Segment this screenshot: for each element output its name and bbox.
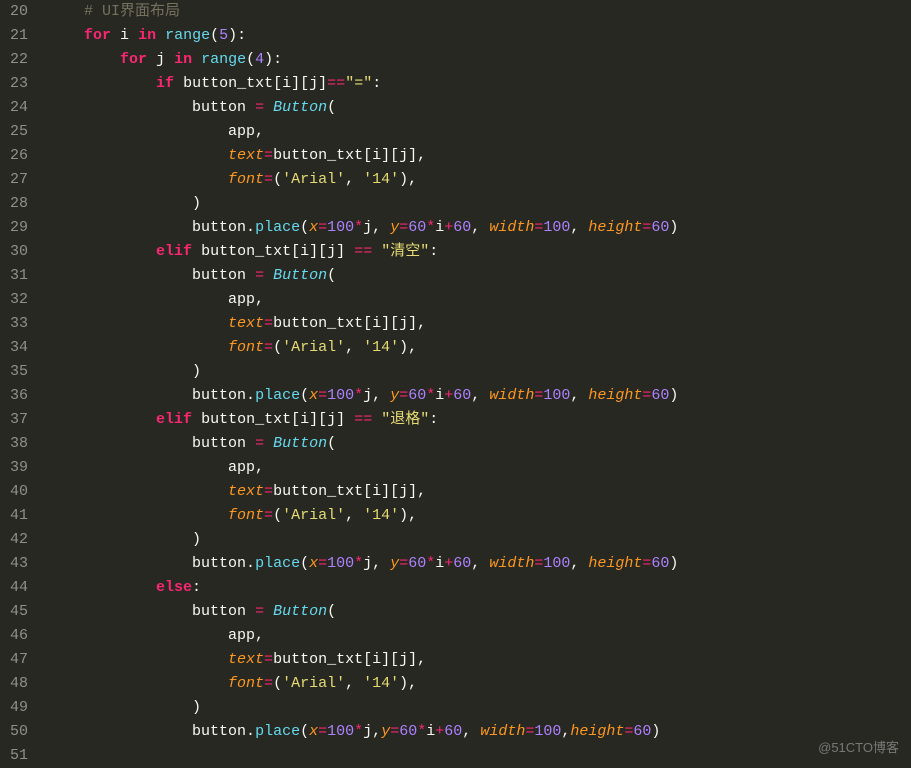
code-line: ) (48, 696, 911, 720)
line-number: 48 (0, 672, 28, 696)
code-line: font=('Arial', '14'), (48, 504, 911, 528)
line-number: 26 (0, 144, 28, 168)
line-number: 25 (0, 120, 28, 144)
code-line: elif button_txt[i][j] == "退格": (48, 408, 911, 432)
line-number: 28 (0, 192, 28, 216)
line-number: 21 (0, 24, 28, 48)
line-number: 44 (0, 576, 28, 600)
code-line: if button_txt[i][j]=="=": (48, 72, 911, 96)
line-number: 45 (0, 600, 28, 624)
code-line: for j in range(4): (48, 48, 911, 72)
line-number: 34 (0, 336, 28, 360)
code-line: app, (48, 624, 911, 648)
code-line: else: (48, 576, 911, 600)
code-line: for i in range(5): (48, 24, 911, 48)
line-number: 50 (0, 720, 28, 744)
line-number: 37 (0, 408, 28, 432)
code-line: button.place(x=100*j, y=60*i+60, width=1… (48, 216, 911, 240)
code-line: app, (48, 120, 911, 144)
line-number: 35 (0, 360, 28, 384)
code-line (48, 744, 911, 768)
code-line: font=('Arial', '14'), (48, 168, 911, 192)
code-line: button = Button( (48, 600, 911, 624)
code-editor: 2021222324252627282930313233343536373839… (0, 0, 911, 766)
code-line: text=button_txt[i][j], (48, 312, 911, 336)
line-number: 27 (0, 168, 28, 192)
line-number: 49 (0, 696, 28, 720)
code-line: button = Button( (48, 96, 911, 120)
line-number: 51 (0, 744, 28, 768)
code-area[interactable]: # UI界面布局 for i in range(5): for j in ran… (40, 0, 911, 766)
line-number: 39 (0, 456, 28, 480)
code-line: ) (48, 528, 911, 552)
line-number: 46 (0, 624, 28, 648)
code-line: font=('Arial', '14'), (48, 672, 911, 696)
code-line: button = Button( (48, 432, 911, 456)
line-number: 32 (0, 288, 28, 312)
code-line: button.place(x=100*j,y=60*i+60, width=10… (48, 720, 911, 744)
line-number: 36 (0, 384, 28, 408)
watermark: @51CTO博客 (818, 736, 899, 760)
code-line: button = Button( (48, 264, 911, 288)
line-number: 29 (0, 216, 28, 240)
line-number: 42 (0, 528, 28, 552)
code-line: text=button_txt[i][j], (48, 480, 911, 504)
code-line: font=('Arial', '14'), (48, 336, 911, 360)
code-line: # UI界面布局 (48, 0, 911, 24)
code-line: button.place(x=100*j, y=60*i+60, width=1… (48, 552, 911, 576)
code-line: text=button_txt[i][j], (48, 144, 911, 168)
line-number: 20 (0, 0, 28, 24)
line-number: 38 (0, 432, 28, 456)
code-line: ) (48, 192, 911, 216)
line-number: 41 (0, 504, 28, 528)
code-line: app, (48, 288, 911, 312)
code-line: button.place(x=100*j, y=60*i+60, width=1… (48, 384, 911, 408)
line-number: 22 (0, 48, 28, 72)
line-number: 24 (0, 96, 28, 120)
line-number: 47 (0, 648, 28, 672)
line-number: 43 (0, 552, 28, 576)
line-number: 30 (0, 240, 28, 264)
line-number: 40 (0, 480, 28, 504)
line-number: 33 (0, 312, 28, 336)
code-line: ) (48, 360, 911, 384)
code-line: elif button_txt[i][j] == "清空": (48, 240, 911, 264)
line-gutter: 2021222324252627282930313233343536373839… (0, 0, 40, 766)
line-number: 23 (0, 72, 28, 96)
code-line: app, (48, 456, 911, 480)
line-number: 31 (0, 264, 28, 288)
code-line: text=button_txt[i][j], (48, 648, 911, 672)
